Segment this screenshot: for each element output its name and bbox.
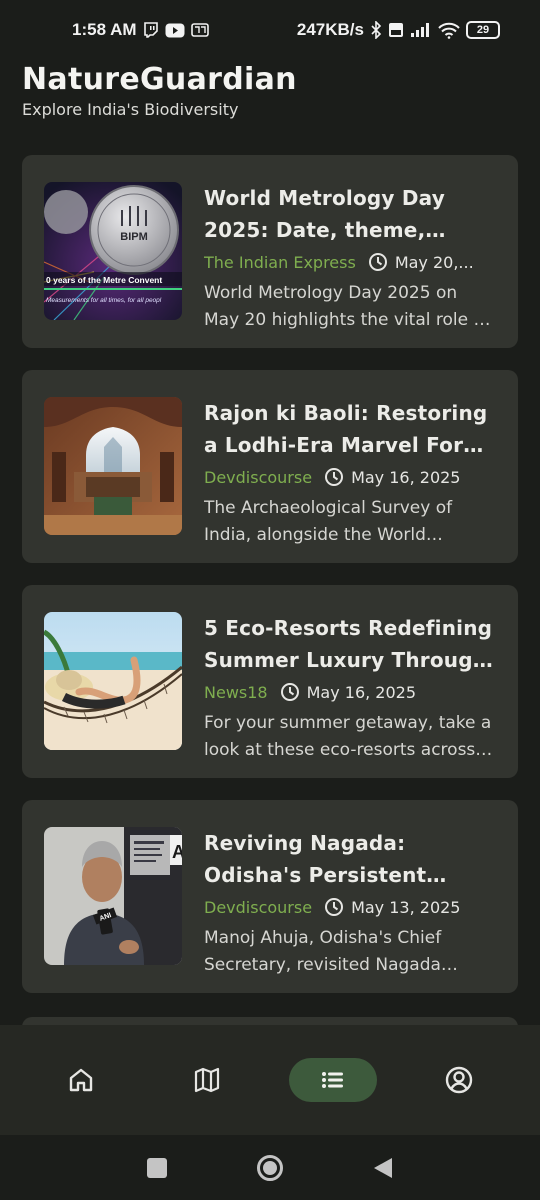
app-title: NatureGuardian [22,62,297,97]
article-title[interactable]: Reviving Nagada: Odisha's Persistent Dev… [204,827,496,891]
status-time: 1:58 AM [72,20,137,39]
thumb-caption: 0 years of the Metre Convent [46,275,162,285]
wifi-icon [438,22,460,39]
back-icon[interactable] [372,1156,394,1180]
app-header: NatureGuardian Explore India's Biodivers… [22,60,522,120]
article-meta: The Indian Express May 20,... [204,250,496,274]
article-date: May 16, 2025 [306,682,417,702]
thumb-letter: A [172,842,182,862]
article-thumbnail: BIPM 0 years of the Metre Convent Measur… [44,182,182,320]
twitch-icon [143,22,159,38]
clock-icon [325,898,344,916]
gmail-icon [190,23,209,37]
article-date: May 13, 2025 [351,897,461,917]
news-feed[interactable]: BIPM 0 years of the Metre Convent Measur… [22,155,518,1015]
home-button-icon[interactable] [256,1154,284,1182]
article-title[interactable]: 5 Eco-Resorts Redefining Summer Luxury T… [204,612,496,676]
clock-icon [280,683,299,701]
volte-icon [388,22,404,38]
article-title[interactable]: World Metrology Day 2025: Date, theme, o… [204,182,496,246]
clock-icon [368,253,387,271]
home-icon [69,1068,93,1092]
article-summary: For your summer getaway, take a look at … [204,713,492,760]
signal-icon [410,22,432,38]
clock-icon [325,468,344,486]
article-date: May 20,... [394,252,474,272]
thumb-tagline: Measurements for all times, for all peop… [46,297,162,304]
system-navigation [0,1135,540,1200]
article-meta: News18 May 16, 2025 [204,680,496,704]
nav-profile[interactable] [415,1058,503,1102]
youtube-icon [165,23,185,38]
list-icon [322,1072,343,1088]
article-meta: Devdiscourse May 16, 2025 [204,465,496,489]
status-bar: 1:58 AM 247KB/s 29 [0,0,540,60]
news-card[interactable]: Rajon ki Baoli: Restoring a Lodhi-Era Ma… [22,370,518,563]
app-subtitle: Explore India's Biodiversity [22,100,239,119]
battery-icon: 29 [466,21,500,39]
article-title[interactable]: Rajon ki Baoli: Restoring a Lodhi-Era Ma… [204,397,496,461]
news-card[interactable]: A ANI Reviving Nagada: Odisha's Persiste… [22,800,518,993]
nav-feed[interactable] [289,1058,377,1102]
profile-icon [445,1066,473,1094]
bluetooth-icon [370,21,382,39]
article-summary: World Metrology Day 2025 on May 20 highl… [204,283,490,330]
article-thumbnail [44,397,182,535]
recents-icon[interactable] [146,1157,168,1179]
nav-home[interactable] [37,1058,125,1102]
news-card[interactable]: BIPM 0 years of the Metre Convent Measur… [22,155,518,348]
bottom-navigation [0,1025,540,1135]
article-summary: Manoj Ahuja, Odisha's Chief Secretary, r… [204,928,442,975]
article-source: The Indian Express [204,252,356,272]
article-thumbnail: A ANI [44,827,182,965]
nav-map[interactable] [163,1058,251,1102]
news-card[interactable]: 5 Eco-Resorts Redefining Summer Luxury T… [22,585,518,778]
article-meta: Devdiscourse May 13, 2025 [204,895,496,919]
article-source: Devdiscourse [204,897,313,917]
network-speed: 247KB/s [296,20,364,39]
article-date: May 16, 2025 [351,467,461,487]
thumb-bipm-text: BIPM [120,231,148,243]
article-source: Devdiscourse [204,467,313,487]
article-summary: The Archaeological Survey of India, alon… [204,498,453,545]
article-source: News18 [204,682,268,702]
article-thumbnail [44,612,182,750]
map-icon [194,1067,220,1093]
